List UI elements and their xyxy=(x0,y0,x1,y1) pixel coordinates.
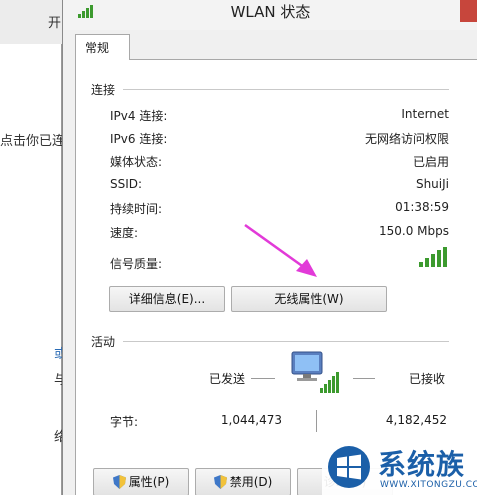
activity-group-heading: 活动 xyxy=(91,335,116,349)
duration-label: 持续时间: xyxy=(110,202,163,216)
watermark-logo: 系统族 WWW.XITONGZU.COM xyxy=(322,440,477,495)
shield-icon xyxy=(112,475,126,489)
title-bar[interactable]: WLAN 状态 xyxy=(63,0,477,30)
bytes-sent-value: 1,044,473 xyxy=(220,413,282,427)
shield-icon xyxy=(213,475,227,489)
signal-quality-label: 信号质量: xyxy=(110,257,163,271)
ssid-label: SSID: xyxy=(110,177,143,191)
speed-value: 150.0 Mbps xyxy=(378,224,449,238)
watermark-title: 系统族 xyxy=(378,448,466,481)
duration-value: 01:38:59 xyxy=(395,200,449,214)
annotation-arrow xyxy=(244,223,317,277)
properties-button-label: 属性(P) xyxy=(128,475,170,489)
background-window: 开 点击你已连 或 与 络 xyxy=(0,0,67,495)
wlan-status-dialog: WLAN 状态 常规 连接 IPv4 连接: Internet IPv6 连接:… xyxy=(62,0,477,495)
bytes-received-value: 4,182,452 xyxy=(385,413,447,427)
details-button[interactable]: 详细信息(E)... xyxy=(109,286,225,312)
group-divider xyxy=(123,341,449,342)
properties-button[interactable]: 属性(P) xyxy=(93,468,189,495)
signal-strength-icon xyxy=(419,247,447,267)
ipv4-value: Internet xyxy=(401,107,449,121)
ipv6-value: 无网络访问权限 xyxy=(364,132,449,146)
signal-bar xyxy=(443,247,447,267)
windows-logo-icon xyxy=(328,446,370,488)
network-computer-icon xyxy=(291,351,339,393)
media-state-value: 已启用 xyxy=(412,155,449,169)
watermark-url: WWW.XITONGZU.COM xyxy=(380,480,477,490)
media-state-label: 媒体状态: xyxy=(110,155,163,169)
signal-bar xyxy=(419,262,423,267)
background-text: 开 xyxy=(48,16,62,31)
background-text: 点击你已连 xyxy=(0,134,66,149)
received-connector-line xyxy=(353,378,375,379)
close-button[interactable] xyxy=(460,0,477,22)
bytes-label: 字节: xyxy=(110,415,139,429)
speed-label: 速度: xyxy=(110,226,139,240)
sent-connector-line xyxy=(251,378,275,379)
disable-button[interactable]: 禁用(D) xyxy=(195,468,291,495)
tab-general[interactable]: 常规 xyxy=(75,34,130,60)
window-title: WLAN 状态 xyxy=(230,3,311,21)
ssid-value: ShuiJi xyxy=(415,177,449,191)
ipv4-label: IPv4 连接: xyxy=(110,109,168,123)
bytes-divider xyxy=(316,410,317,432)
connection-group-heading: 连接 xyxy=(91,83,116,97)
signal-bar xyxy=(425,258,429,267)
received-label: 已接收 xyxy=(409,372,446,386)
signal-bar xyxy=(431,254,435,267)
ipv6-label: IPv6 连接: xyxy=(110,132,168,146)
sent-label: 已发送 xyxy=(209,372,246,386)
disable-button-label: 禁用(D) xyxy=(229,475,273,489)
signal-bar xyxy=(437,250,441,267)
wireless-properties-button[interactable]: 无线属性(W) xyxy=(231,286,387,312)
group-divider xyxy=(123,89,449,90)
